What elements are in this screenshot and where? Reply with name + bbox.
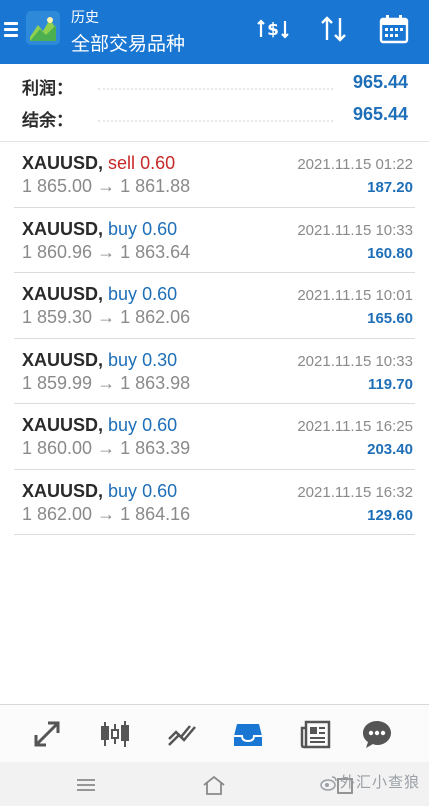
trade-row[interactable]: XAUUSD, buy 0.60 1 862.00 → 1 864.16 202…: [14, 470, 415, 535]
trade-prices: 1 860.00 → 1 863.39: [22, 438, 191, 458]
trade-prices: 1 859.30 → 1 862.06: [22, 307, 191, 327]
trade-type: sell 0.60: [108, 153, 176, 173]
trade-row[interactable]: XAUUSD, sell 0.60 1 865.00 → 1 861.88 20…: [14, 142, 415, 208]
trade-profit: 165.60: [367, 310, 413, 327]
chart-candles-icon[interactable]: [99, 718, 131, 750]
sort-icon[interactable]: [317, 12, 351, 46]
watermark: 外汇小查狼: [320, 771, 420, 792]
trade-time: 2021.11.15 01:22: [297, 156, 413, 173]
app-logo-icon: [26, 11, 60, 45]
trade-symbol: XAUUSD, buy 0.60: [22, 415, 178, 435]
trade-prices: 1 865.00 → 1 861.88: [22, 176, 191, 196]
trade-time: 2021.11.15 10:33: [297, 352, 413, 370]
quotes-icon[interactable]: [31, 718, 63, 750]
bottom-navigation: [0, 704, 429, 762]
trade-time: 2021.11.15 16:25: [297, 418, 413, 435]
trade-prices: 1 859.99 → 1 863.98: [22, 372, 191, 393]
chat-icon[interactable]: [361, 718, 393, 750]
trade-profit: 187.20: [367, 179, 413, 196]
trade-symbol: XAUUSD, sell 0.60: [22, 153, 176, 173]
trade-row[interactable]: XAUUSD, buy 0.60 1 860.00 → 1 863.39 202…: [14, 404, 415, 470]
profit-label: 利润：: [22, 79, 73, 98]
trade-profit: 160.80: [367, 244, 413, 262]
trade-prices: 1 862.00 → 1 864.16: [22, 503, 191, 524]
leader-dots: [98, 120, 333, 122]
recent-apps-icon[interactable]: [73, 774, 99, 796]
hamburger-menu-icon[interactable]: [4, 22, 18, 38]
trade-row[interactable]: XAUUSD, buy 0.60 1 860.96 → 1 863.64 202…: [14, 208, 415, 273]
trade-symbol: XAUUSD, buy 0.60: [22, 218, 178, 239]
profit-value: 965.44: [352, 72, 408, 92]
trade-profit: 203.40: [367, 441, 413, 458]
history-summary: 利润： 965.44 结余： 965.44: [0, 64, 429, 142]
trade-icon[interactable]: [166, 718, 198, 750]
home-icon[interactable]: [201, 774, 227, 796]
trade-row[interactable]: XAUUSD, buy 0.60 1 859.30 → 1 862.06 202…: [14, 273, 415, 339]
trade-symbol: XAUUSD, buy 0.60: [22, 480, 178, 501]
trade-type: buy 0.60: [108, 284, 178, 304]
trade-symbol: XAUUSD, buy 0.30: [22, 349, 178, 370]
trade-type: buy 0.60: [108, 415, 178, 435]
trade-profit: 129.60: [367, 506, 413, 524]
app-header: 历史 全部交易品种 $: [0, 0, 429, 64]
svg-text:$: $: [267, 20, 279, 40]
balance-label: 结余：: [22, 111, 73, 130]
weibo-icon: [320, 774, 338, 792]
trade-time: 2021.11.15 16:32: [297, 483, 413, 501]
leader-dots: [98, 88, 333, 90]
header-title[interactable]: 全部交易品种: [71, 29, 185, 56]
trade-time: 2021.11.15 10:33: [297, 221, 413, 239]
news-icon[interactable]: [300, 718, 332, 750]
trade-type: buy 0.30: [108, 349, 178, 370]
trade-row[interactable]: XAUUSD, buy 0.30 1 859.99 → 1 863.98 202…: [14, 339, 415, 404]
trade-history-list: XAUUSD, sell 0.60 1 865.00 → 1 861.88 20…: [0, 142, 429, 535]
profit-row: 利润： 965.44: [22, 70, 408, 100]
calendar-icon[interactable]: [377, 12, 411, 46]
trade-time: 2021.11.15 10:01: [297, 287, 413, 304]
trade-type: buy 0.60: [108, 218, 178, 239]
trade-type: buy 0.60: [108, 480, 178, 501]
header-subtitle: 历史: [71, 9, 99, 25]
trade-prices: 1 860.96 → 1 863.64: [22, 241, 191, 262]
balance-value: 965.44: [352, 104, 408, 124]
history-inbox-icon[interactable]: [232, 718, 264, 750]
balance-row: 结余： 965.44: [22, 102, 408, 132]
sort-dollar-icon[interactable]: $: [256, 12, 290, 46]
trade-symbol: XAUUSD, buy 0.60: [22, 284, 178, 304]
trade-profit: 119.70: [367, 375, 413, 393]
